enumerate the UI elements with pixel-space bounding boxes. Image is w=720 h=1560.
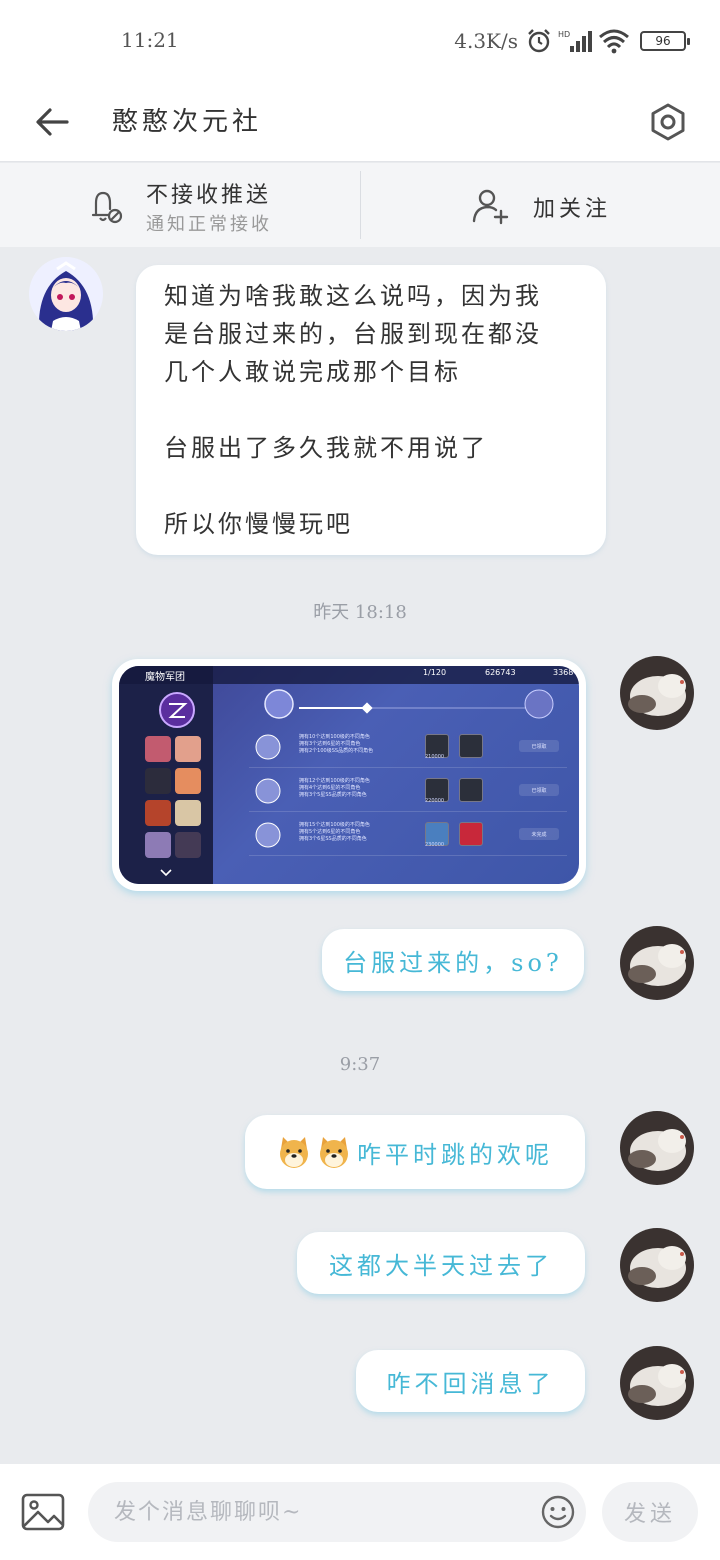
my-avatar[interactable] <box>620 656 694 730</box>
outgoing-message-bubble[interactable]: 咋平时跳的欢呢 <box>245 1115 585 1189</box>
battery-level: 96 <box>655 34 671 48</box>
row-line: 拥有4个达到6星的不同角色 <box>299 785 361 791</box>
follow-button[interactable]: 加关注 <box>361 163 720 247</box>
outgoing-message-bubble[interactable]: 咋不回消息了 <box>356 1350 585 1412</box>
my-avatar[interactable] <box>620 926 694 1000</box>
settings-button[interactable] <box>640 92 696 152</box>
screenshot-resource: 3368 <box>553 668 574 677</box>
row-line: 拥有3个达到6星的不同角色 <box>299 741 361 747</box>
row-line: 拥有3个5星SS品质的不同角色 <box>299 792 367 798</box>
screenshot-resource: 1/120 <box>423 668 447 677</box>
row-line: 拥有15个达到100级的不同角色 <box>299 822 370 828</box>
outgoing-message-text: 咋平时跳的欢呢 <box>357 1140 553 1169</box>
character-thumb <box>175 800 201 826</box>
cat-photo-avatar-icon <box>620 1228 694 1302</box>
alarm-icon <box>528 29 550 53</box>
cat-photo-avatar-icon <box>620 1111 694 1185</box>
character-thumb <box>145 832 171 858</box>
cat-photo-avatar-icon <box>620 926 694 1000</box>
reward-value: 230000 <box>425 842 445 848</box>
title-bar: 憨憨次元社 <box>0 82 720 162</box>
my-avatar[interactable] <box>620 1228 694 1302</box>
message-input-bar: 发送 <box>0 1464 720 1560</box>
progress-track-icon <box>264 689 554 719</box>
doge-emoji-icon <box>320 1137 348 1168</box>
reward-item <box>459 778 483 802</box>
image-message-bubble[interactable]: 魔物军团 1/120 626743 3368 拥有10个达到100级的不同角色 … <box>112 659 586 891</box>
row-status: 未完成 <box>519 828 559 840</box>
send-button[interactable]: 发送 <box>602 1482 698 1542</box>
timestamp: 昨天 18:18 <box>313 602 407 623</box>
row-line: 拥有5个达到6星的不同角色 <box>299 829 361 835</box>
push-title: 不接收推送 <box>146 183 272 208</box>
status-bar: 11:21 4.3K/s HD 96 <box>0 0 720 82</box>
status-indicators: 4.3K/s HD 96 <box>454 24 690 58</box>
chat-options-bar: 不接收推送 通知正常接收 加关注 <box>0 163 720 247</box>
screenshot-row: 拥有15个达到100级的不同角色 拥有5个达到6星的不同角色 拥有3个6星SS品… <box>249 816 567 856</box>
game-screenshot[interactable]: 魔物军团 1/120 626743 3368 拥有10个达到100级的不同角色 … <box>119 666 579 884</box>
row-line: 拥有12个达到100级的不同角色 <box>299 778 370 784</box>
outgoing-message-bubble[interactable]: 台服过来的，so? <box>322 929 584 991</box>
badge-icon <box>255 822 281 848</box>
row-line: 拥有2个100级SS品质的不同角色 <box>299 748 374 754</box>
bell-off-icon <box>91 191 123 224</box>
cat-photo-avatar-icon <box>620 1346 694 1420</box>
row-line: 拥有10个达到100级的不同角色 <box>299 734 370 740</box>
character-thumb <box>175 736 201 762</box>
net-speed: 4.3K/s <box>454 29 518 53</box>
push-toggle[interactable]: 不接收推送 通知正常接收 <box>0 163 360 247</box>
svg-text:HD: HD <box>558 30 570 39</box>
outgoing-message-bubble[interactable]: 这都大半天过去了 <box>297 1232 585 1294</box>
battery-icon: 96 <box>640 31 690 51</box>
follow-label: 加关注 <box>533 197 612 222</box>
friend-avatar[interactable] <box>29 257 103 331</box>
character-thumb <box>145 768 171 794</box>
back-button[interactable] <box>30 94 74 150</box>
character-thumb <box>145 736 171 762</box>
push-subtitle: 通知正常接收 <box>146 214 272 235</box>
add-user-icon <box>472 189 509 225</box>
my-avatar[interactable] <box>620 1111 694 1185</box>
emoji-icon[interactable] <box>540 1494 576 1530</box>
badge-icon <box>255 778 281 804</box>
screenshot-title: 魔物军团 <box>145 672 185 683</box>
character-thumb <box>175 768 201 794</box>
emblem-icon <box>159 692 195 728</box>
character-thumb <box>175 832 201 858</box>
image-icon[interactable] <box>20 1492 66 1532</box>
chevron-down-icon <box>160 869 172 877</box>
cat-photo-avatar-icon <box>620 656 694 730</box>
outgoing-message-text: 台服过来的，so? <box>343 948 563 977</box>
reward-item <box>459 734 483 758</box>
outgoing-message-text: 这都大半天过去了 <box>329 1251 553 1280</box>
incoming-message-text: 知道为啥我敢这么说吗，因为我 是台服过来的，台服到现在都没 几个人敢说完成那个目… <box>164 282 542 538</box>
anime-girl-avatar-icon <box>29 257 103 331</box>
incoming-message-bubble[interactable]: 知道为啥我敢这么说吗，因为我 是台服过来的，台服到现在都没 几个人敢说完成那个目… <box>136 265 606 555</box>
row-status: 已领取 <box>519 740 559 752</box>
hexagon-settings-icon <box>651 103 685 141</box>
screenshot-row: 拥有12个达到100级的不同角色 拥有4个达到6星的不同角色 拥有3个5星SS品… <box>249 772 567 812</box>
badge-icon <box>255 734 281 760</box>
timestamp: 9:37 <box>339 1054 381 1075</box>
signal-icon: HD <box>558 30 592 52</box>
reward-value: 210000 <box>425 754 445 760</box>
my-avatar[interactable] <box>620 1346 694 1420</box>
character-thumb <box>145 800 171 826</box>
screenshot-row: 拥有10个达到100级的不同角色 拥有3个达到6星的不同角色 拥有2个100级S… <box>249 728 567 768</box>
wifi-icon <box>599 29 629 54</box>
reward-value: 220000 <box>425 798 445 804</box>
doge-emoji-icon <box>280 1137 308 1168</box>
reward-item <box>459 822 483 846</box>
arrow-left-icon <box>36 108 69 136</box>
outgoing-message-text: 咋不回消息了 <box>386 1369 555 1398</box>
row-line: 拥有3个6星SS品质的不同角色 <box>299 836 367 842</box>
page-title: 憨憨次元社 <box>112 107 263 137</box>
screenshot-resource: 626743 <box>485 668 516 677</box>
message-input[interactable] <box>88 1482 586 1542</box>
status-time: 11:21 <box>121 28 179 52</box>
row-status: 已领取 <box>519 784 559 796</box>
